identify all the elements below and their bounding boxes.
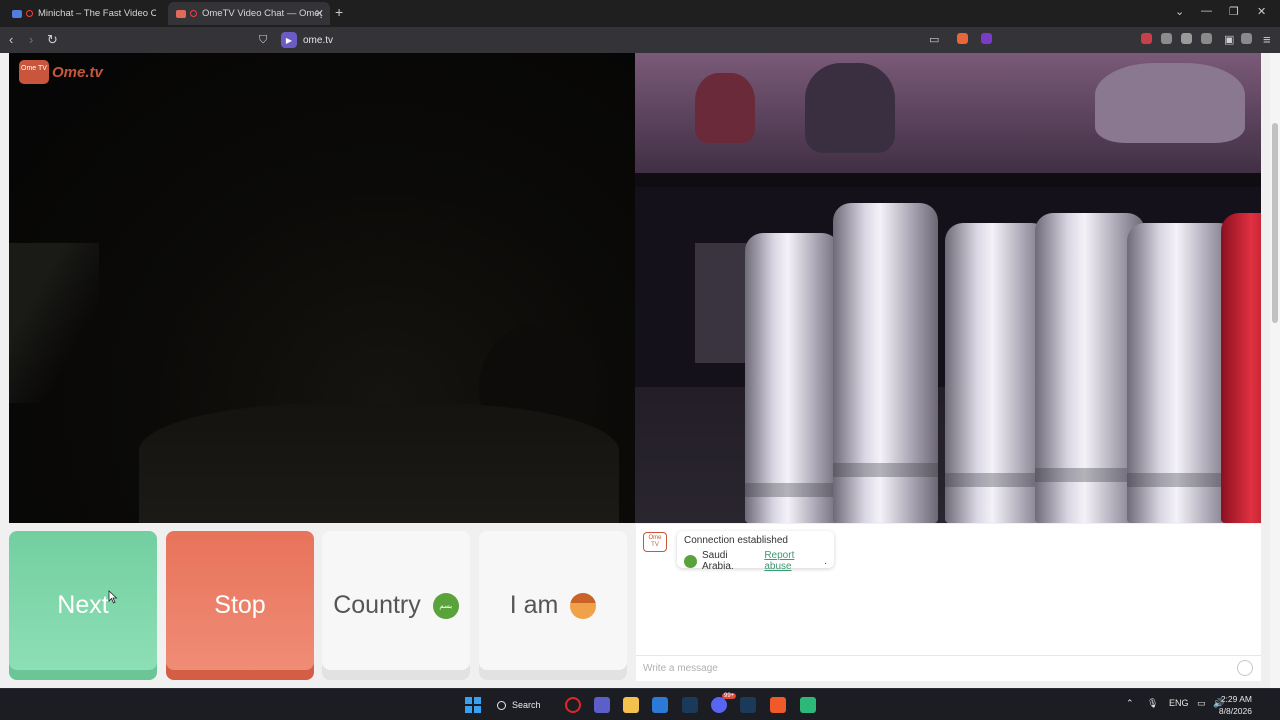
taskbar-search[interactable]: Search [497, 696, 541, 714]
tab-title: OmeTV Video Chat — Omegle [202, 8, 322, 19]
address-bar[interactable]: ▶ ome.tv [281, 31, 333, 49]
iam-label: I am [509, 591, 559, 619]
clock-date: 8/8/2026 [1218, 706, 1252, 716]
minichat-favicon-icon [12, 9, 22, 18]
app-icon[interactable] [800, 697, 816, 713]
browser-toolbar: ‹ › ↻ ⛉ ▭ ▣ ≡ [0, 27, 1280, 53]
restore-icon[interactable]: ❐ [1229, 5, 1239, 18]
language-indicator[interactable]: ENG [1169, 698, 1189, 708]
tab-minichat[interactable]: Minichat – The Fast Video Chat [4, 2, 164, 25]
brave-icon[interactable] [770, 697, 786, 713]
show-hidden-icons-icon[interactable]: ⌃ [1126, 698, 1134, 709]
mouse-pointer-icon [108, 590, 118, 604]
site-info-icon[interactable]: ▶ [281, 32, 297, 48]
brave-rewards-icon[interactable] [981, 33, 992, 44]
recording-icon [190, 10, 197, 17]
back-icon[interactable]: ‹ [9, 32, 13, 48]
teams-icon[interactable] [594, 697, 610, 713]
notification-badge: 99+ [722, 693, 737, 699]
system-message: Connection established Saudi Arabia. Rep… [677, 531, 834, 572]
boy-emoji-icon [570, 592, 597, 619]
report-abuse-link[interactable]: Report abuse [764, 550, 824, 572]
file-explorer-icon[interactable] [623, 697, 639, 713]
close-window-icon[interactable]: ✕ [1257, 5, 1266, 18]
logo-tv-icon: Ome TV [19, 60, 49, 84]
ometv-favicon-icon [176, 9, 186, 18]
scrollbar[interactable] [1270, 53, 1280, 688]
gender-button[interactable]: I am [479, 531, 627, 680]
minimize-icon[interactable]: — [1201, 5, 1212, 17]
clock[interactable]: 2:29 AM 8/8/2026 [1219, 693, 1252, 717]
tab-ometv[interactable]: OmeTV Video Chat — Omegle ✕ [168, 2, 330, 25]
search-label: Search [512, 700, 541, 710]
remote-video [9, 53, 635, 523]
start-icon[interactable] [465, 697, 481, 713]
reload-icon[interactable]: ↻ [47, 32, 58, 48]
network-icon[interactable]: ▭ [1197, 698, 1206, 709]
opera-icon[interactable] [565, 697, 581, 713]
discord-icon[interactable] [711, 697, 727, 713]
url-text: ome.tv [303, 34, 334, 46]
tab-title: Minichat – The Fast Video Chat [38, 8, 156, 19]
tab-strip: Minichat – The Fast Video Chat OmeTV Vid… [0, 0, 1280, 27]
wallet-icon[interactable]: ▣ [1224, 32, 1234, 48]
cast-icon[interactable]: ▭ [929, 32, 939, 48]
country-label: Country [333, 591, 421, 619]
vpn-icon[interactable] [1201, 33, 1212, 44]
search-icon [497, 700, 506, 710]
new-tab-button[interactable]: + [335, 4, 343, 20]
forward-icon[interactable]: › [29, 32, 33, 48]
saudi-flag-icon: بسم [432, 592, 459, 619]
windows-taskbar: Search 99+ ⌃ 🎙 ENG ▭ 🔊 2:29 AM 8/8/2026 [0, 688, 1280, 720]
message-input[interactable] [636, 656, 1196, 680]
message-input-bar [636, 655, 1261, 681]
saudi-flag-icon [684, 554, 697, 568]
emoji-icon[interactable] [1237, 660, 1253, 676]
stop-button[interactable]: Stop [166, 531, 314, 680]
logo-text: Ome.tv [52, 63, 103, 81]
tab-list-icon[interactable]: ⌄ [1175, 5, 1184, 18]
bookmark-icon[interactable]: ⛉ [259, 32, 267, 48]
brave-shields-icon[interactable] [957, 33, 968, 44]
ometv-logo[interactable]: Ome TV Ome.tv [19, 60, 103, 84]
ometv-chat-logo-icon: Ome TV [643, 532, 667, 552]
next-label: Next [57, 591, 109, 619]
scrollbar-thumb[interactable] [1272, 123, 1278, 323]
country-button[interactable]: Country بسم [322, 531, 470, 680]
recording-icon [26, 10, 33, 17]
shield-icon[interactable] [1241, 33, 1252, 44]
next-button[interactable]: Next [9, 531, 157, 680]
extensions-puzzle-icon[interactable] [1161, 33, 1172, 44]
menu-icon[interactable]: ≡ [1263, 32, 1271, 48]
partner-country: Saudi Arabia. [701, 550, 734, 572]
close-tab-icon[interactable]: ✕ [315, 7, 324, 20]
microphone-icon[interactable]: 🎙 [1147, 698, 1158, 709]
extension-icon[interactable] [1141, 33, 1152, 44]
connection-status: Connection established [684, 535, 788, 546]
local-video [635, 53, 1261, 523]
stop-label: Stop [214, 591, 266, 619]
sidebar-icon[interactable] [1181, 33, 1192, 44]
report-suffix: . [824, 555, 828, 567]
steam-icon[interactable] [682, 697, 698, 713]
chat-panel: Ome TV Connection established Saudi Arab… [636, 524, 1261, 681]
mail-icon[interactable] [652, 697, 668, 713]
clock-time: 2:29 AM [1220, 694, 1252, 704]
steam-icon[interactable] [740, 697, 756, 713]
